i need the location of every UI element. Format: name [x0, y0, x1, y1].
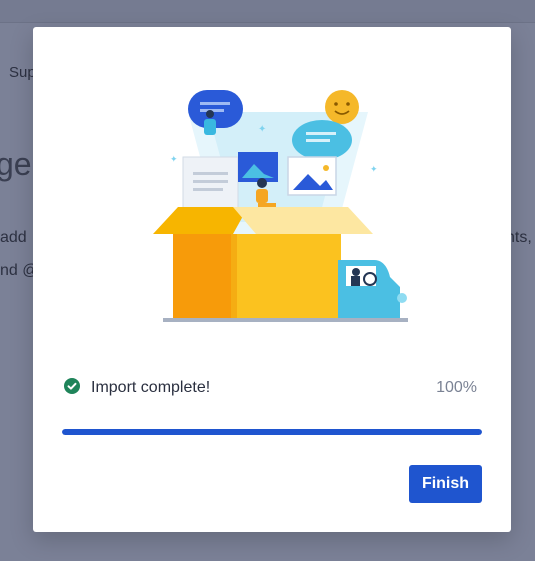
svg-text:✦: ✦	[170, 155, 178, 165]
import-status-row: Import complete! 100%	[64, 378, 477, 400]
progress-bar-fill	[62, 429, 482, 435]
svg-text:✦: ✦	[258, 124, 266, 135]
import-modal: ✦ ✦ ✦ Import complete! 100% Finish	[33, 27, 511, 532]
background-top-bar	[0, 0, 535, 23]
moving-truck-illustration: ✦ ✦ ✦	[153, 90, 408, 322]
svg-text:✦: ✦	[370, 165, 378, 175]
background-heading: ge	[0, 146, 32, 182]
check-circle-icon	[64, 378, 80, 394]
background-nav-text: Sup	[9, 64, 36, 81]
progress-percent: 100%	[436, 379, 477, 396]
background-text-line-1: add	[0, 229, 27, 246]
progress-bar	[62, 429, 482, 435]
import-status-label: Import complete!	[91, 379, 211, 396]
finish-button[interactable]: Finish	[409, 465, 482, 503]
